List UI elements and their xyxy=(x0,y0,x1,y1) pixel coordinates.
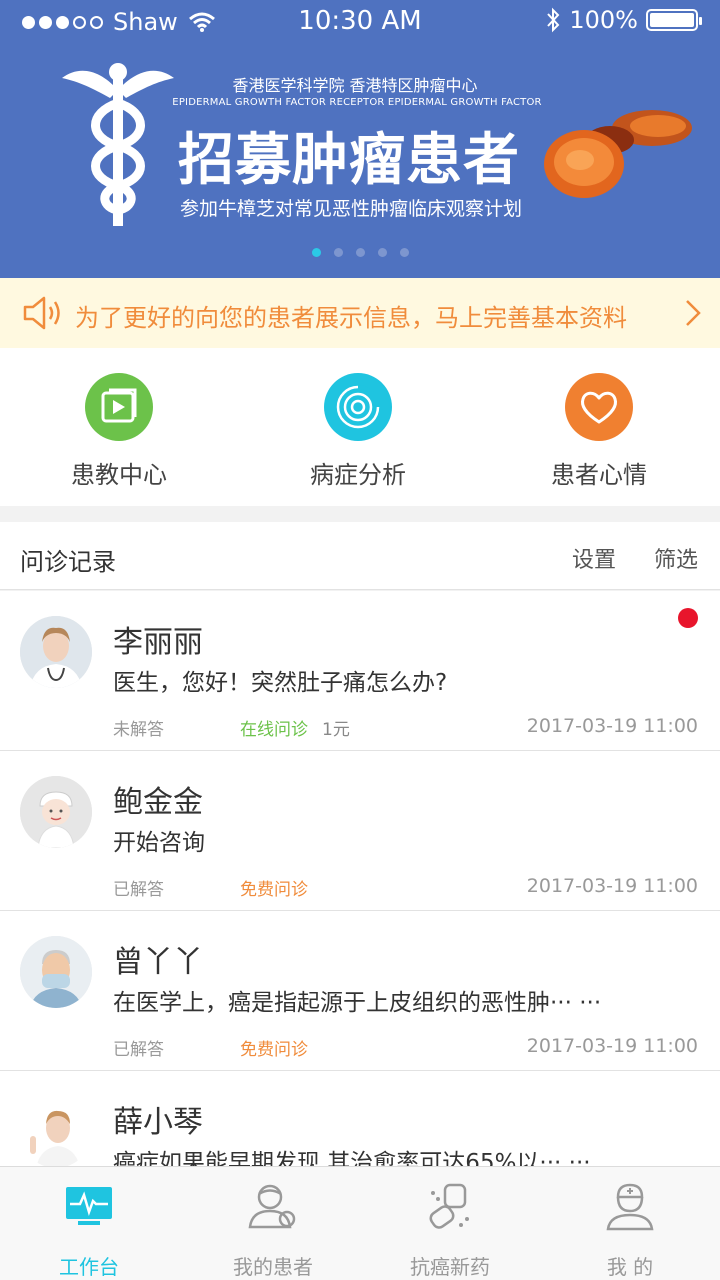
consultation-records-header: 问诊记录 设置 筛选 xyxy=(0,522,720,590)
consult-type: 免费问诊 xyxy=(240,1040,308,1060)
tab-label: 我 的 xyxy=(606,1255,654,1279)
status-bar: Shaw 10:30 AM 100% xyxy=(0,0,720,44)
answer-status: 已解答 xyxy=(113,1040,164,1060)
patient-name: 李丽丽 xyxy=(113,625,203,660)
banner-subtitle-en: EPIDERMAL GROWTH FACTOR RECEPTOR EPIDERM… xyxy=(172,97,542,108)
list-item[interactable]: 鲍金金 开始咨询 已解答 免费问诊 2017-03-19 11:00 xyxy=(0,751,720,911)
heart-icon xyxy=(565,373,633,441)
radar-scan-icon xyxy=(324,373,392,441)
patients-icon xyxy=(248,1184,296,1229)
speaker-icon xyxy=(23,296,60,330)
tab-me[interactable]: 我 的 xyxy=(560,1179,700,1280)
consult-type: 在线问诊 xyxy=(240,720,308,740)
banner-institutions: 香港医学科学院 香港特区肿瘤中心 xyxy=(232,76,478,95)
tab-label: 工作台 xyxy=(59,1255,119,1279)
battery-percent: 100% xyxy=(569,6,638,34)
profile-notice-bar[interactable]: 为了更好的向您的患者展示信息，马上完善基本资料 xyxy=(0,278,720,348)
quick-item-education[interactable]: 患教中心 xyxy=(19,373,219,490)
monitor-pulse-icon xyxy=(66,1187,112,1225)
tab-my-patients[interactable]: 我的患者 xyxy=(203,1179,343,1280)
avatar xyxy=(20,776,92,848)
pager-dot[interactable] xyxy=(377,248,387,257)
banner-tagline: 参加牛樟芝对常见恶性肿瘤临床观察计划 xyxy=(180,198,523,220)
pager-dot[interactable] xyxy=(333,248,343,257)
pager-dot[interactable] xyxy=(399,248,409,257)
consultation-list: 李丽丽 医生，您好！突然肚子痛怎么办? 未解答 在线问诊 1元 2017-03-… xyxy=(0,591,720,1166)
message-preview: 癌症如果能早期发现,其治愈率可达65%以··· ··· xyxy=(113,1150,591,1166)
doctor-icon xyxy=(606,1183,654,1231)
quick-menu: 患教中心 病症分析 患者心情 xyxy=(0,348,720,506)
quick-item-label: 患教中心 xyxy=(71,461,167,489)
bottom-tab-bar: 工作台 我的患者 抗癌新药 我 的 xyxy=(0,1166,720,1280)
notice-text: 为了更好的向您的患者展示信息，马上完善基本资料 xyxy=(75,304,627,332)
pager-dot[interactable] xyxy=(355,248,365,257)
avatar xyxy=(20,936,92,1008)
list-item[interactable]: 薛小琴 癌症如果能早期发现,其治愈率可达65%以··· ··· xyxy=(0,1071,720,1166)
answer-status: 已解答 xyxy=(113,880,164,900)
patient-name: 鲍金金 xyxy=(113,785,203,820)
message-preview: 在医学上，癌是指起源于上皮组织的恶性肿··· ··· xyxy=(113,990,602,1016)
tab-label: 我的患者 xyxy=(233,1255,313,1279)
avatar xyxy=(20,616,92,688)
video-play-icon xyxy=(85,373,153,441)
section-title: 问诊记录 xyxy=(20,548,116,576)
pager-dot[interactable] xyxy=(311,248,321,257)
tab-label: 抗癌新药 xyxy=(410,1255,490,1279)
promo-banner[interactable]: Shaw 10:30 AM 100% 香港医学科学院 香港特区肿瘤中心 EPID… xyxy=(0,0,720,278)
consult-date: 2017-03-19 11:00 xyxy=(526,1035,698,1057)
quick-item-label: 病症分析 xyxy=(310,461,406,489)
patient-name: 薛小琴 xyxy=(113,1105,203,1140)
patient-name: 曾丫丫 xyxy=(113,945,203,980)
list-item[interactable]: 李丽丽 医生，您好！突然肚子痛怎么办? 未解答 在线问诊 1元 2017-03-… xyxy=(0,591,720,751)
answer-status: 未解答 xyxy=(113,720,164,740)
list-item[interactable]: 曾丫丫 在医学上，癌是指起源于上皮组织的恶性肿··· ··· 已解答 免费问诊 … xyxy=(0,911,720,1071)
banner-pager[interactable] xyxy=(0,248,720,257)
avatar xyxy=(20,1096,92,1166)
settings-button[interactable]: 设置 xyxy=(572,542,616,574)
tab-workbench[interactable]: 工作台 xyxy=(19,1179,159,1280)
chevron-right-icon xyxy=(686,300,701,326)
mushroom-image xyxy=(544,110,692,198)
unread-dot xyxy=(678,608,698,628)
consult-type: 免费问诊 xyxy=(240,880,308,900)
tab-anticancer-drugs[interactable]: 抗癌新药 xyxy=(380,1179,520,1280)
message-preview: 医生，您好！突然肚子痛怎么办? xyxy=(113,670,448,696)
consult-date: 2017-03-19 11:00 xyxy=(526,875,698,897)
consult-date: 2017-03-19 11:00 xyxy=(526,715,698,737)
caduceus-icon xyxy=(62,63,174,226)
battery-icon xyxy=(646,9,702,31)
quick-item-analysis[interactable]: 病症分析 xyxy=(258,373,458,490)
banner-headline: 招募肿瘤患者 xyxy=(178,128,520,193)
pills-icon xyxy=(429,1183,469,1229)
message-preview: 开始咨询 xyxy=(113,830,205,856)
bluetooth-icon xyxy=(547,7,560,33)
quick-item-label: 患者心情 xyxy=(551,461,647,489)
consult-price: 1元 xyxy=(322,720,350,740)
quick-item-mood[interactable]: 患者心情 xyxy=(499,373,699,490)
filter-button[interactable]: 筛选 xyxy=(654,542,698,574)
